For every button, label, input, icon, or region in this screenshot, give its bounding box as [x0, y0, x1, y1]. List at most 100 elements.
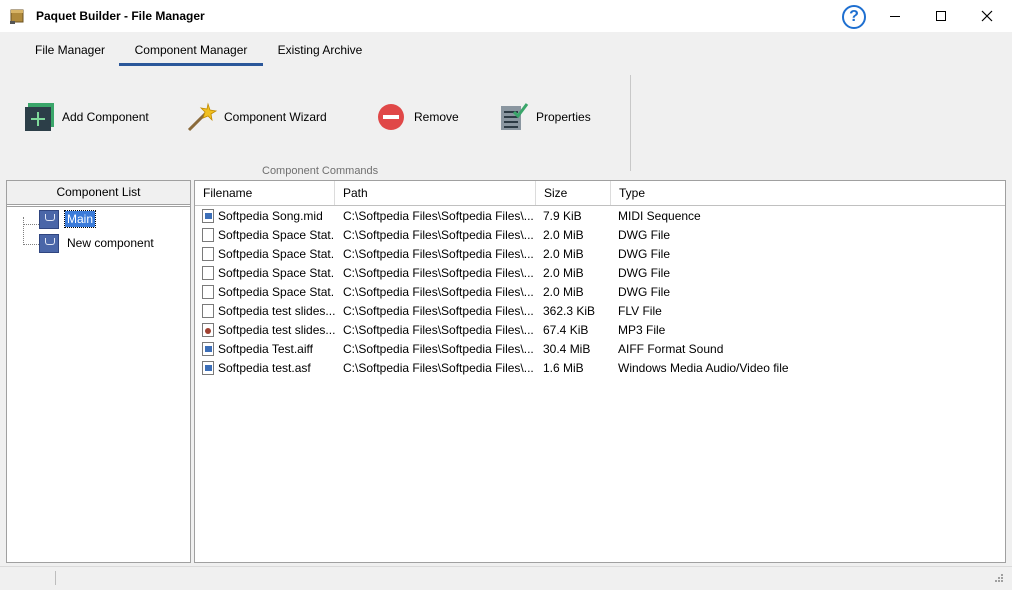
tree-connector [23, 217, 24, 245]
ribbon: File Manager Component Manager Existing … [0, 32, 1012, 177]
file-icon-cell [202, 209, 214, 223]
window-title: Paquet Builder - File Manager [36, 9, 205, 23]
maximize-button[interactable] [918, 0, 964, 32]
table-row[interactable]: Softpedia test slides... C:\Softpedia Fil… [195, 321, 1005, 340]
file-size-cell: 67.4 KiB [543, 323, 589, 337]
close-button[interactable] [964, 0, 1010, 32]
file-list-header: Filename Path Size Type [195, 181, 1005, 206]
properties-label: Properties [536, 110, 591, 124]
tree-connector [23, 224, 39, 225]
file-path-cell: C:\Softpedia Files\Softpedia Files\... [343, 304, 533, 318]
status-separator [55, 571, 56, 585]
file-icon-cell [202, 342, 214, 356]
file-size-cell: 2.0 MiB [543, 247, 584, 261]
table-row[interactable]: Softpedia Space Stat... C:\Softpedia File… [195, 264, 1005, 283]
file-type-cell: DWG File [618, 247, 670, 261]
file-icon-cell [202, 266, 214, 280]
table-row[interactable]: Softpedia Space Stat... C:\Softpedia File… [195, 283, 1005, 302]
component-wizard-button[interactable]: Component Wizard [186, 102, 327, 132]
blank-file-icon [202, 285, 214, 299]
table-row[interactable]: Softpedia test slides... C:\Softpedia Fil… [195, 302, 1005, 321]
table-row[interactable]: Softpedia Song.mid C:\Softpedia Files\Sof… [195, 207, 1005, 226]
maximize-icon [936, 11, 946, 21]
table-row[interactable]: Softpedia Space Stat... C:\Softpedia File… [195, 245, 1005, 264]
group-separator [630, 75, 631, 171]
tree-item-label: New component [67, 236, 154, 250]
status-bar [0, 566, 1012, 590]
remove-button[interactable]: Remove [376, 102, 459, 132]
file-list-panel: Filename Path Size Type Softpedia Song.m… [194, 180, 1006, 563]
table-row[interactable]: Softpedia Test.aiff C:\Softpedia Files\So… [195, 340, 1005, 359]
column-header-path[interactable]: Path [335, 181, 536, 205]
file-size-cell: 2.0 MiB [543, 266, 584, 280]
minimize-icon [890, 15, 900, 17]
file-type-cell: DWG File [618, 228, 670, 242]
properties-checklist-icon [501, 103, 529, 130]
add-component-button[interactable]: Add Component [24, 102, 149, 132]
file-name-cell: Softpedia Song.mid [218, 209, 323, 223]
file-icon-cell [202, 304, 214, 318]
file-path-cell: C:\Softpedia Files\Softpedia Files\... [343, 323, 533, 337]
file-path-cell: C:\Softpedia Files\Softpedia Files\... [343, 342, 533, 356]
component-wizard-label: Component Wizard [224, 110, 327, 124]
blank-file-icon [202, 247, 214, 261]
file-type-cell: DWG File [618, 285, 670, 299]
file-name-cell: Softpedia test slides... [218, 304, 335, 318]
media-file-icon [202, 209, 214, 223]
tree-item-new-component[interactable]: New component [39, 233, 156, 253]
blank-file-icon [202, 228, 214, 242]
file-icon-cell [202, 228, 214, 242]
blank-file-icon [202, 304, 214, 318]
minimize-button[interactable] [872, 0, 918, 32]
table-row[interactable]: Softpedia Space Stat... C:\Softpedia File… [195, 226, 1005, 245]
file-icon-cell [202, 285, 214, 299]
file-name-cell: Softpedia test.asf [218, 361, 311, 375]
file-icon-cell [202, 247, 214, 261]
package-icon [10, 9, 24, 24]
tab-existing-archive[interactable]: Existing Archive [264, 38, 376, 66]
help-icon[interactable]: ? [842, 5, 866, 29]
file-icon-cell [202, 323, 214, 337]
file-name-cell: Softpedia Space Stat... [218, 285, 335, 299]
component-box-icon [39, 233, 59, 253]
properties-button[interactable]: Properties [498, 102, 591, 132]
file-type-cell: MP3 File [618, 323, 666, 337]
resize-grip-icon[interactable] [992, 573, 1004, 585]
tab-component-manager[interactable]: Component Manager [119, 38, 263, 66]
file-path-cell: C:\Softpedia Files\Softpedia Files\... [343, 209, 533, 223]
file-name-cell: Softpedia Test.aiff [218, 342, 313, 356]
column-header-size[interactable]: Size [536, 181, 611, 205]
media-file-icon [202, 361, 214, 375]
magic-wand-icon [187, 102, 218, 132]
file-path-cell: C:\Softpedia Files\Softpedia Files\... [343, 361, 533, 375]
file-type-cell: MIDI Sequence [618, 209, 701, 223]
file-size-cell: 2.0 MiB [543, 285, 584, 299]
close-icon [981, 10, 993, 22]
file-size-cell: 30.4 MiB [543, 342, 591, 356]
tree-item-main[interactable]: Main [39, 209, 97, 229]
component-list-header: Component List [7, 181, 190, 205]
file-size-cell: 362.3 KiB [543, 304, 596, 318]
file-path-cell: C:\Softpedia Files\Softpedia Files\... [343, 266, 533, 280]
blank-file-icon [202, 266, 214, 280]
group-label: Component Commands [262, 165, 379, 177]
file-type-cell: FLV File [618, 304, 662, 318]
file-name-cell: Softpedia Space Stat... [218, 266, 335, 280]
tab-file-manager[interactable]: File Manager [22, 38, 118, 66]
file-type-cell: DWG File [618, 266, 670, 280]
file-path-cell: C:\Softpedia Files\Softpedia Files\... [343, 228, 533, 242]
table-row[interactable]: Softpedia test.asf C:\Softpedia Files\Sof… [195, 359, 1005, 378]
column-header-filename[interactable]: Filename [195, 181, 335, 205]
file-size-cell: 2.0 MiB [543, 228, 584, 242]
file-name-cell: Softpedia Space Stat... [218, 247, 335, 261]
component-tree[interactable]: Main New component [7, 206, 190, 562]
component-box-icon [39, 209, 59, 229]
column-header-type[interactable]: Type [611, 181, 1005, 205]
add-component-icon [25, 103, 54, 131]
remove-label: Remove [414, 110, 459, 124]
file-size-cell: 1.6 MiB [543, 361, 584, 375]
add-component-label: Add Component [62, 110, 149, 124]
file-size-cell: 7.9 KiB [543, 209, 582, 223]
title-bar: Paquet Builder - File Manager ? [0, 0, 1012, 32]
file-list-rows: Softpedia Song.mid C:\Softpedia Files\Sof… [195, 207, 1005, 378]
